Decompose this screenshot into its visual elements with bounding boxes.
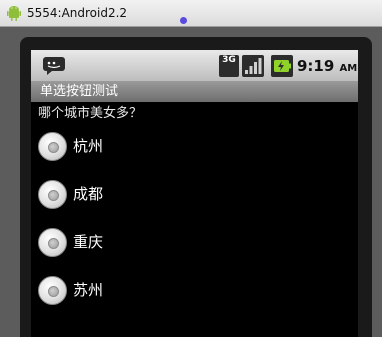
android-icon bbox=[7, 6, 21, 21]
emulator-titlebar: 5554:Android2.2 bbox=[0, 0, 382, 27]
radio-label[interactable]: 成都 bbox=[73, 184, 103, 204]
network-label: 3G bbox=[222, 55, 236, 65]
phone-screen: 3G 9:19 AM 单选按钮测试 哪个城市美女多？ 杭州 成都 重庆 苏州 bbox=[31, 50, 358, 337]
radio-button-icon[interactable] bbox=[38, 276, 67, 305]
status-bar: 3G 9:19 AM bbox=[31, 50, 358, 81]
battery-charging-icon bbox=[271, 55, 293, 77]
radio-option-chongqing[interactable]: 重庆 bbox=[38, 225, 358, 273]
radio-option-chengdu[interactable]: 成都 bbox=[38, 177, 358, 225]
emulator-title: 5554:Android2.2 bbox=[27, 6, 128, 20]
radio-button-icon[interactable] bbox=[38, 228, 67, 257]
radio-option-suzhou[interactable]: 苏州 bbox=[38, 273, 358, 321]
cursor-dot bbox=[180, 17, 187, 24]
radio-button-icon[interactable] bbox=[38, 180, 67, 209]
radio-label[interactable]: 杭州 bbox=[73, 136, 103, 156]
signal-icon bbox=[242, 55, 264, 77]
question-text: 哪个城市美女多？ bbox=[38, 106, 143, 121]
radio-button-icon[interactable] bbox=[38, 132, 67, 161]
radio-option-hangzhou[interactable]: 杭州 bbox=[38, 129, 358, 177]
clock-ampm: AM bbox=[339, 63, 358, 74]
radio-label[interactable]: 苏州 bbox=[73, 280, 103, 300]
clock-time: 9:19 bbox=[297, 57, 335, 75]
radio-label[interactable]: 重庆 bbox=[73, 232, 103, 252]
app-title: 单选按钮测试 bbox=[40, 84, 119, 99]
status-time: 9:19 AM bbox=[297, 56, 357, 79]
network-3g-icon: 3G bbox=[219, 55, 239, 77]
app-titlebar: 单选按钮测试 bbox=[31, 81, 358, 102]
message-icon bbox=[43, 57, 65, 75]
radio-group: 杭州 成都 重庆 苏州 bbox=[38, 129, 358, 321]
